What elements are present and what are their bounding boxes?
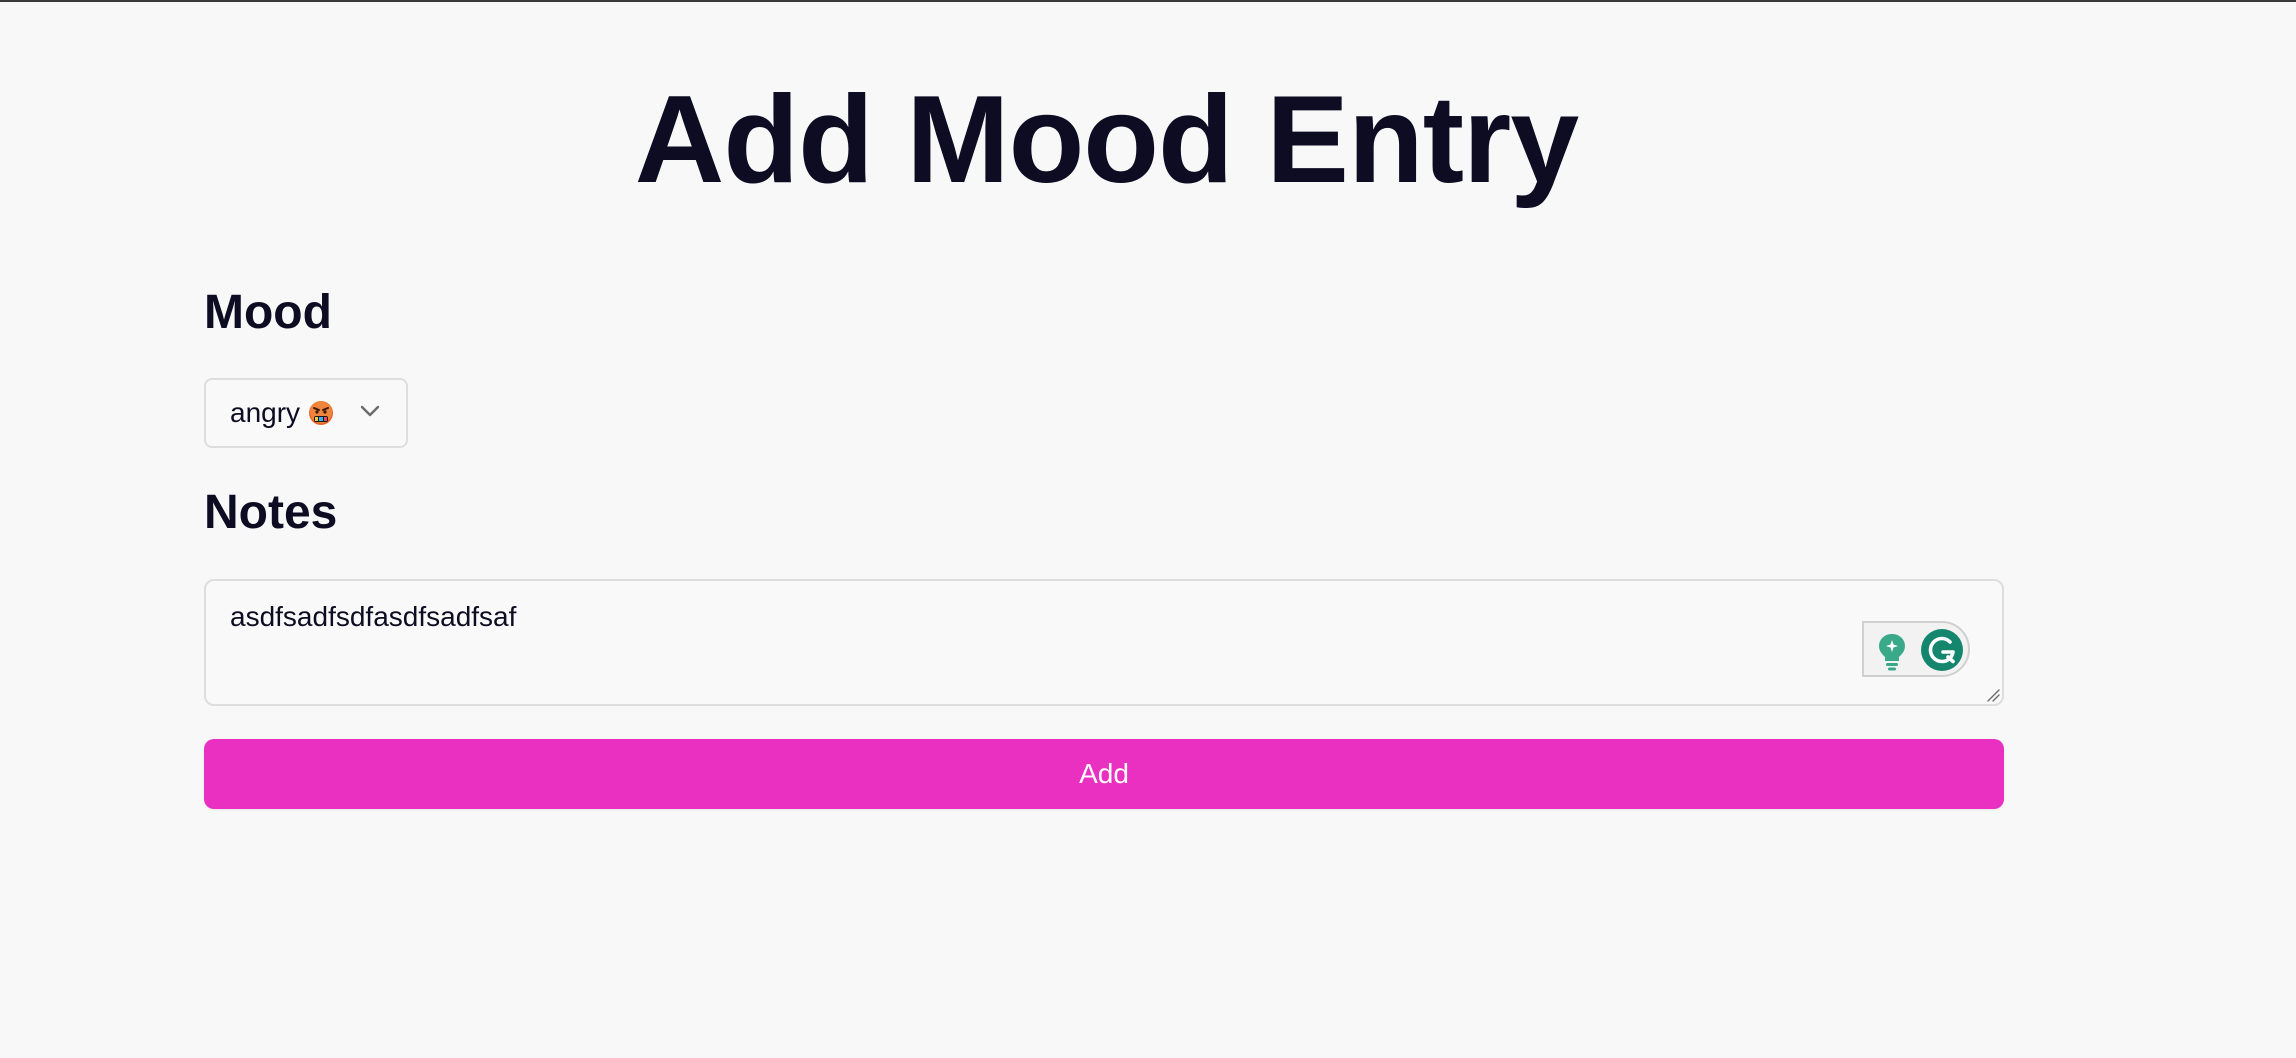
mood-selected-text: angry [230,397,301,428]
angry-cursing-face-icon [309,401,334,425]
page-title: Add Mood Entry [634,71,1579,209]
chevron-down-icon [360,405,380,417]
grammarly-icon[interactable] [1920,628,1964,672]
resize-handle-icon[interactable] [1986,688,2000,702]
notes-text: asdfsadfsdfasdfsadfsaf [230,601,517,632]
mood-select[interactable]: angry [204,378,408,448]
lightbulb-icon[interactable] [1876,631,1908,673]
notes-label: Notes [204,486,338,539]
notes-textarea[interactable]: asdfsadfsdfasdfsadfsaf [204,579,2004,706]
top-border [0,0,2296,2]
mood-select-value: angry [230,397,334,429]
mood-label: Mood [204,286,332,339]
grammarly-widget[interactable] [1862,621,1970,677]
add-button[interactable]: Add [204,739,2004,809]
